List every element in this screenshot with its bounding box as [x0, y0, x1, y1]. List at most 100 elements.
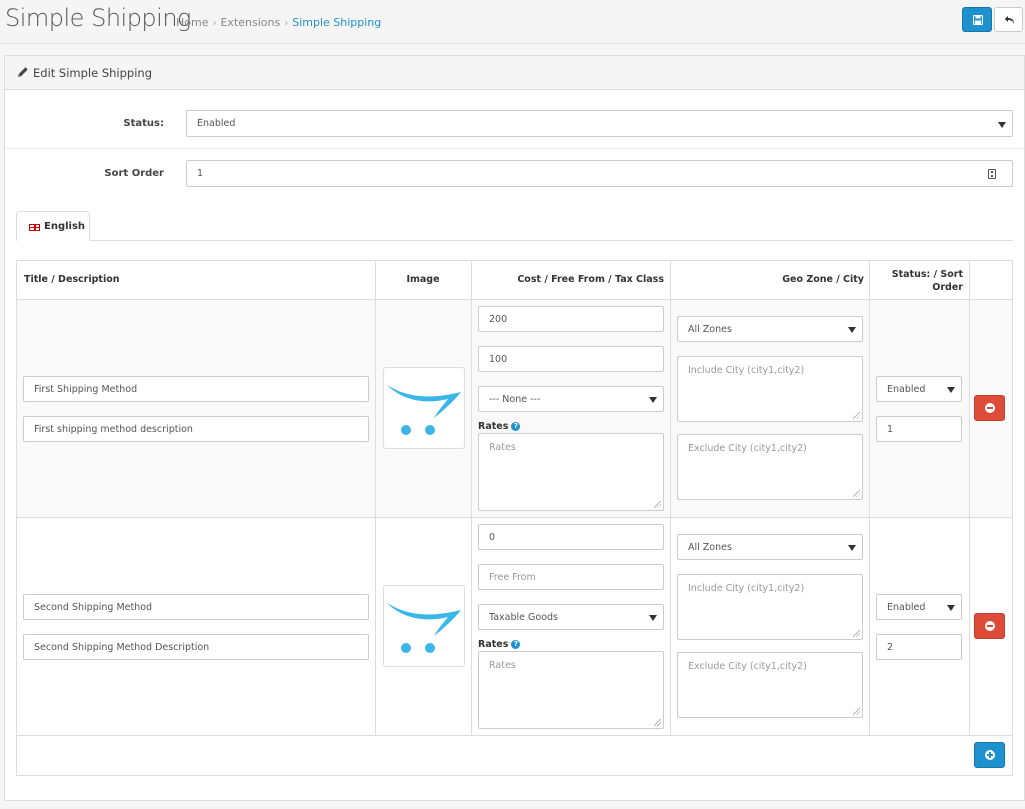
rates-textarea[interactable]: Rates	[478, 433, 664, 511]
geo-zone-select[interactable]: All Zones	[677, 534, 863, 560]
tax-class-select[interactable]: --- None ---	[478, 386, 664, 412]
table-column-divider	[869, 261, 870, 736]
geo-zone-value: All Zones	[688, 541, 732, 553]
table-divider	[17, 517, 1012, 518]
save-button[interactable]	[962, 7, 992, 32]
method-status-select[interactable]: Enabled	[876, 376, 962, 402]
pencil-icon	[18, 67, 28, 77]
column-header-geo-zone: Geo Zone / City	[782, 274, 864, 285]
rates-placeholder: Rates	[489, 660, 516, 671]
column-header-image: Image	[406, 274, 440, 285]
save-icon	[973, 15, 983, 25]
geo-zone-value: All Zones	[688, 323, 732, 335]
minus-circle-icon	[985, 621, 995, 631]
tab-english[interactable]: English	[16, 211, 90, 241]
table-column-divider	[471, 261, 472, 736]
number-spinner-icon[interactable]	[988, 168, 996, 179]
include-city-textarea[interactable]: Include City (city1,city2)	[677, 356, 863, 422]
cart-logo-icon	[387, 385, 461, 435]
include-city-textarea[interactable]: Include City (city1,city2)	[677, 574, 863, 640]
method-status-value: Enabled	[887, 383, 926, 395]
sort-order-input[interactable]: 1	[186, 160, 1013, 187]
include-city-placeholder: Include City (city1,city2)	[688, 583, 805, 594]
rates-placeholder: Rates	[489, 442, 516, 453]
shipping-title-value: Second Shipping Method	[34, 601, 153, 613]
exclude-city-textarea[interactable]: Exclude City (city1,city2)	[677, 652, 863, 718]
tax-class-select[interactable]: Taxable Goods	[478, 604, 664, 630]
table-column-divider	[969, 261, 970, 736]
cost-input[interactable]: 0	[478, 524, 664, 550]
cost-input[interactable]: 200	[478, 306, 664, 332]
exclude-city-placeholder: Exclude City (city1,city2)	[688, 443, 807, 454]
table-divider	[17, 299, 1012, 300]
table-divider	[17, 735, 1012, 736]
method-sort-order-input[interactable]: 2	[876, 634, 962, 660]
tab-english-label: English	[44, 221, 86, 232]
shipping-title-input[interactable]: First Shipping Method	[23, 376, 369, 402]
question-circle-icon[interactable]: ?	[511, 640, 521, 649]
cost-value: 200	[489, 313, 508, 325]
cost-value: 0	[489, 531, 496, 543]
reply-icon	[1004, 16, 1014, 24]
method-status-value: Enabled	[887, 601, 926, 613]
method-status-select[interactable]: Enabled	[876, 594, 962, 620]
divider	[5, 148, 1024, 149]
uk-flag-icon	[29, 224, 40, 231]
free-from-input[interactable]: Free From	[478, 564, 664, 590]
shipping-image-thumbnail[interactable]	[383, 585, 465, 667]
method-sort-order-input[interactable]: 1	[876, 416, 962, 442]
page-title: Simple Shipping	[5, 4, 191, 32]
include-city-placeholder: Include City (city1,city2)	[688, 365, 805, 376]
column-header-title: Title / Description	[24, 274, 120, 285]
table-column-divider	[375, 261, 376, 736]
exclude-city-textarea[interactable]: Exclude City (city1,city2)	[677, 434, 863, 500]
shipping-image-thumbnail[interactable]	[383, 367, 465, 449]
breadcrumb: Home › Extensions › Simple Shipping	[176, 16, 381, 29]
breadcrumb-home[interactable]: Home	[176, 16, 208, 29]
cart-logo-icon	[387, 603, 461, 653]
remove-row-button[interactable]	[974, 613, 1005, 639]
method-sort-order-value: 1	[887, 423, 894, 435]
page-header: Simple Shipping Home › Extensions › Simple S…	[0, 0, 1025, 44]
shipping-description-input[interactable]: Second Shipping Method Description	[23, 634, 369, 660]
plus-circle-icon	[985, 750, 995, 760]
free-from-value: 100	[489, 353, 508, 365]
minus-circle-icon	[985, 403, 995, 413]
panel-heading: Edit Simple Shipping	[5, 56, 1024, 90]
column-header-cost: Cost / Free From / Tax Class	[517, 274, 664, 285]
panel-title: Edit Simple Shipping	[33, 66, 153, 80]
breadcrumb-separator-icon: ›	[284, 18, 289, 29]
exclude-city-placeholder: Exclude City (city1,city2)	[688, 661, 807, 672]
status-select-value: Enabled	[197, 118, 236, 129]
free-from-placeholder: Free From	[489, 571, 536, 583]
tax-class-value: Taxable Goods	[489, 611, 558, 623]
sort-order-value: 1	[197, 168, 204, 179]
breadcrumb-current[interactable]: Simple Shipping	[292, 16, 381, 29]
rates-label-text: Rates	[478, 639, 509, 650]
breadcrumb-separator-icon: ›	[212, 18, 217, 29]
sort-order-label: Sort Order	[104, 168, 164, 179]
back-button[interactable]	[994, 7, 1023, 32]
shipping-title-value: First Shipping Method	[34, 383, 138, 395]
shipping-description-value: First shipping method description	[34, 423, 193, 435]
rates-label: Rates?	[478, 639, 521, 650]
question-circle-icon[interactable]: ?	[511, 422, 521, 431]
breadcrumb-extensions[interactable]: Extensions	[220, 16, 280, 29]
status-select[interactable]: Enabled	[186, 110, 1013, 137]
status-label: Status:	[123, 118, 164, 129]
shipping-description-value: Second Shipping Method Description	[34, 641, 210, 653]
remove-row-button[interactable]	[974, 395, 1005, 421]
rates-label-text: Rates	[478, 421, 509, 432]
free-from-input[interactable]: 100	[478, 346, 664, 372]
rates-textarea[interactable]: Rates	[478, 651, 664, 729]
method-sort-order-value: 2	[887, 641, 894, 653]
tax-class-value: --- None ---	[489, 393, 541, 405]
shipping-description-input[interactable]: First shipping method description	[23, 416, 369, 442]
add-shipping-method-button[interactable]	[974, 742, 1005, 768]
column-header-status: Status: / Sort Order	[891, 269, 963, 293]
rates-label: Rates?	[478, 421, 521, 432]
table-column-divider	[670, 261, 671, 736]
geo-zone-select[interactable]: All Zones	[677, 316, 863, 342]
shipping-title-input[interactable]: Second Shipping Method	[23, 594, 369, 620]
tab-bar-line	[16, 240, 1013, 241]
